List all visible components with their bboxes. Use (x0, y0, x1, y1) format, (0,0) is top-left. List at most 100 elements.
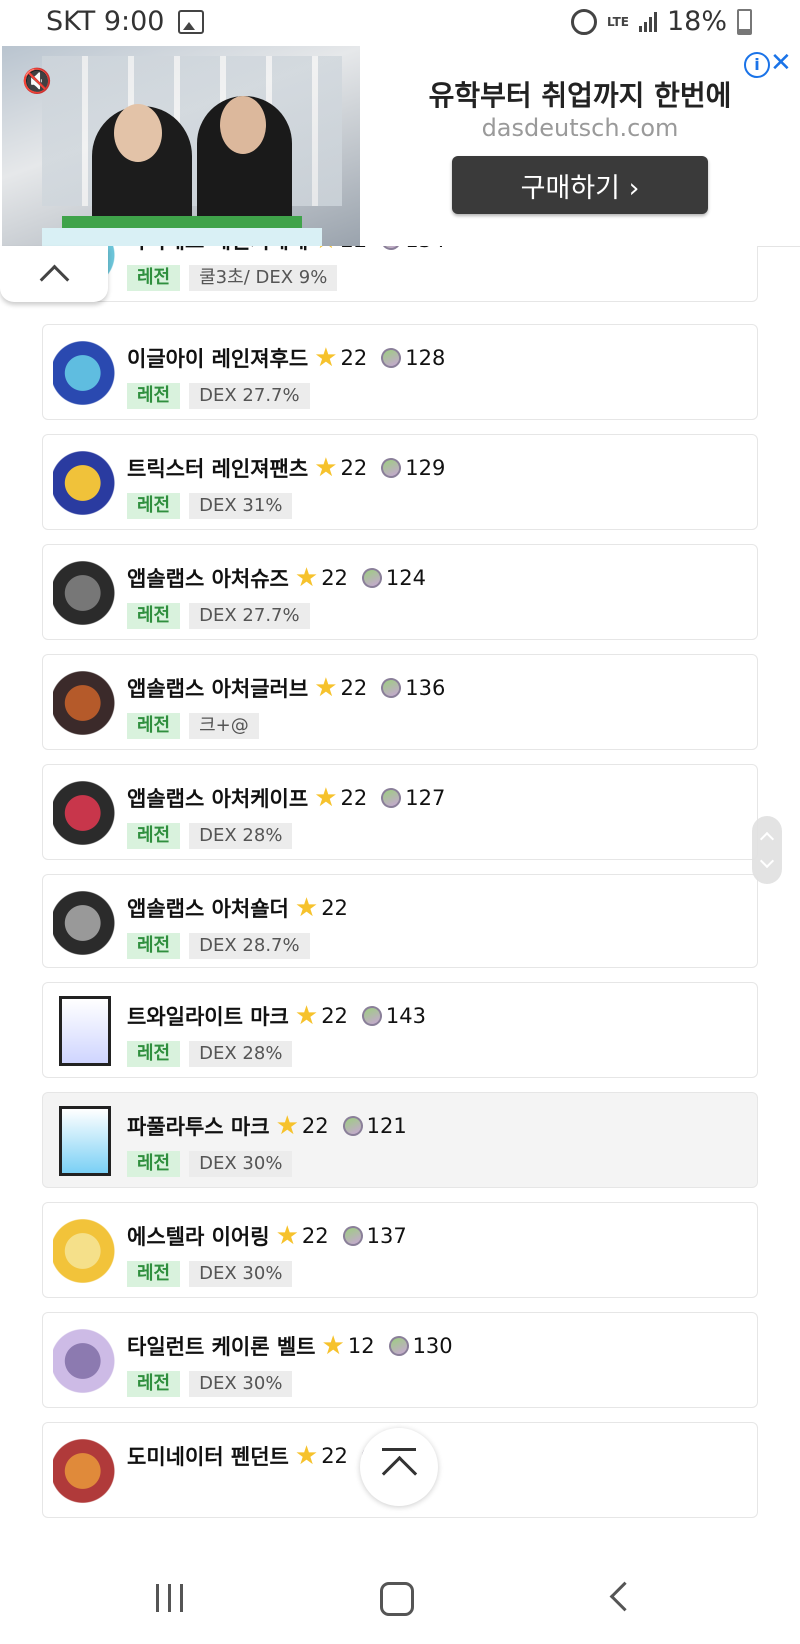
scroll-handle[interactable] (752, 816, 782, 884)
item-title-row: 이글아이 레인져후드 ★ 22 128 (127, 343, 445, 373)
star-force-count: 22 (321, 1004, 348, 1028)
star-force-count: 22 (321, 896, 348, 920)
item-name: 이글아이 레인져후드 (127, 347, 309, 371)
star-icon: ★ (275, 1221, 299, 1251)
battery-icon (737, 8, 752, 35)
item-card[interactable]: 에스텔라 이어링 ★ 22 137 레전 DEX 30% (42, 1202, 758, 1298)
item-name: 앱솔랩스 아처글러브 (127, 677, 309, 701)
star-force-count: 22 (321, 1444, 348, 1468)
ad-title[interactable]: 유학부터 취업까지 한번에 (360, 74, 800, 114)
item-tags: 레전 DEX 27.7% (127, 603, 310, 629)
star-force-count: 22 (340, 786, 368, 810)
option-tag: DEX 28.7% (189, 933, 310, 959)
item-title-row: 앱솔랩스 아처글러브 ★ 22 136 (127, 673, 445, 703)
item-tags: 레전 DEX 28% (127, 823, 293, 849)
grade-tag: 레전 (127, 1371, 181, 1397)
chevron-up-icon (39, 264, 69, 294)
item-card[interactable]: 트와일라이트 마크 ★ 22 143 레전 DEX 28% (42, 982, 758, 1078)
item-card[interactable]: 앱솔랩스 아처글러브 ★ 22 136 레전 크+@ (42, 654, 758, 750)
item-tags: 레전 DEX 30% (127, 1261, 293, 1287)
item-tags: 레전 쿨3초/ DEX 9% (127, 265, 338, 291)
gem-icon (378, 455, 405, 481)
item-title-row: 에스텔라 이어링 ★ 22 137 (127, 1221, 407, 1251)
item-name: 앱솔랩스 아처케이프 (127, 787, 309, 811)
item-name: 에스텔라 이어링 (127, 1225, 270, 1249)
gem-icon (378, 345, 405, 371)
collapse-ad-button[interactable] (0, 246, 108, 302)
alarm-icon (570, 8, 597, 35)
star-force-count: 22 (301, 1114, 329, 1138)
item-card[interactable]: 타일런트 케이론 벨트 ★ 12 130 레전 DEX 30% (42, 1312, 758, 1408)
gem-value: 127 (405, 786, 446, 810)
scroll-up-icon (759, 831, 775, 847)
item-title-row: 하이네스 레인져베레 ★ 22 134 (127, 246, 445, 255)
home-button[interactable] (380, 1582, 414, 1616)
item-tags: 레전 DEX 28.7% (127, 933, 310, 959)
item-title-row: 트릭스터 레인져팬츠 ★ 22 129 (127, 453, 445, 483)
gem-value: 143 (385, 1004, 427, 1028)
ad-info-icon[interactable]: i (744, 52, 770, 78)
gem-value: 124 (385, 566, 427, 590)
item-image-icon (59, 1106, 111, 1176)
option-tag: DEX 28% (189, 1041, 293, 1067)
star-force-count: 22 (340, 676, 368, 700)
item-image-icon (53, 1216, 119, 1286)
gem-icon (385, 1333, 412, 1359)
status-right: LTE 18% (570, 6, 752, 37)
ad-banner[interactable]: 🔇 유학부터 취업까지 한번에 dasdeutsch.com 구매하기 › i … (0, 46, 800, 247)
item-card[interactable]: 트릭스터 레인져팬츠 ★ 22 129 레전 DEX 31% (42, 434, 758, 530)
item-name: 앱솔랩스 아처슈즈 (127, 567, 289, 591)
item-card[interactable]: 앱솔랩스 아처슈즈 ★ 22 124 레전 DEX 27.7% (42, 544, 758, 640)
gem-value: 130 (412, 1334, 453, 1358)
item-image-icon (59, 996, 111, 1066)
status-left: SKT 9:00 (46, 6, 205, 37)
ad-video-thumbnail[interactable]: 🔇 (2, 46, 360, 246)
item-tags: 레전 DEX 30% (127, 1151, 293, 1177)
scroll-to-top-button[interactable] (360, 1428, 438, 1506)
item-image-icon (53, 338, 119, 408)
gem-value: 134 (405, 246, 445, 252)
ad-close-icon[interactable]: ✕ (770, 50, 792, 76)
item-card[interactable]: 하이네스 레인져베레 ★ 22 134 레전 쿨3초/ DEX 9% (42, 246, 758, 302)
gem-icon (339, 1223, 366, 1249)
option-tag: DEX 30% (189, 1371, 293, 1397)
item-tags: 레전 크+@ (127, 713, 259, 739)
item-card[interactable]: 앱솔랩스 아처숄더 ★ 22 레전 DEX 28.7% (42, 874, 758, 968)
item-title-row: 파풀라투스 마크 ★ 22 121 (127, 1111, 407, 1141)
item-tags: 레전 DEX 30% (127, 1371, 293, 1397)
star-force-count: 12 (347, 1334, 375, 1358)
option-tag: DEX 27.7% (189, 383, 310, 409)
item-list: 하이네스 레인져베레★22134레전쿨3초/ DEX 9%이글아이 레인져후드★… (42, 246, 760, 1554)
grade-tag: 레전 (127, 1151, 181, 1177)
item-name: 앱솔랩스 아처숄더 (127, 897, 289, 921)
item-name: 파풀라투스 마크 (127, 1115, 270, 1139)
ad-url[interactable]: dasdeutsch.com (360, 114, 800, 142)
item-name: 트릭스터 레인져팬츠 (127, 457, 309, 481)
star-force-count: 22 (340, 456, 368, 480)
gem-icon (378, 246, 405, 253)
grade-tag: 레전 (127, 933, 181, 959)
recents-button[interactable] (156, 1584, 183, 1612)
grade-tag: 레전 (127, 823, 181, 849)
item-image-icon (53, 778, 119, 848)
grade-tag: 레전 (127, 603, 181, 629)
battery-percent: 18% (666, 6, 727, 37)
item-card[interactable]: 파풀라투스 마크 ★ 22 121 레전 DEX 30% (42, 1092, 758, 1188)
item-name: 도미네이터 펜던트 (127, 1445, 289, 1469)
mute-icon[interactable]: 🔇 (22, 66, 52, 96)
gem-value: 129 (405, 456, 446, 480)
option-tag: DEX 30% (189, 1261, 293, 1287)
ad-buy-button[interactable]: 구매하기 › (452, 156, 708, 214)
option-tag: 크+@ (189, 713, 259, 739)
item-name: 타일런트 케이론 벨트 (127, 1335, 316, 1359)
option-tag: DEX 27.7% (189, 603, 310, 629)
back-button[interactable] (609, 1581, 640, 1612)
gem-value: 136 (405, 676, 446, 700)
item-card[interactable]: 이글아이 레인져후드 ★ 22 128 레전 DEX 27.7% (42, 324, 758, 420)
grade-tag: 레전 (127, 493, 181, 519)
star-icon: ★ (314, 673, 338, 703)
star-icon: ★ (321, 1331, 345, 1361)
item-card[interactable]: 앱솔랩스 아처케이프 ★ 22 127 레전 DEX 28% (42, 764, 758, 860)
item-image-icon (53, 888, 119, 958)
star-icon: ★ (314, 453, 338, 483)
